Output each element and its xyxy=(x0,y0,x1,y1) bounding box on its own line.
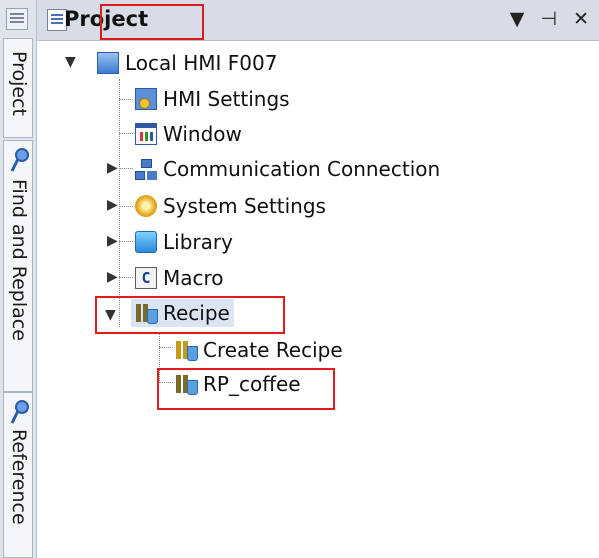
expand-arrow-icon[interactable]: ▶ xyxy=(107,269,118,285)
side-tab-strip: Project Find and Replace Reference xyxy=(0,0,37,558)
tree-item-window[interactable]: Window xyxy=(135,120,242,148)
library-icon xyxy=(135,231,157,253)
tree-line xyxy=(119,168,133,169)
title-highlight-box xyxy=(100,4,204,40)
side-tab-reference[interactable]: Reference xyxy=(3,392,33,558)
pin-icon[interactable]: ⊣ xyxy=(540,8,557,30)
tree-line xyxy=(119,277,133,278)
expand-arrow-icon[interactable]: ▶ xyxy=(107,160,118,176)
tree-item-communication[interactable]: Communication Connection xyxy=(135,155,440,183)
tree-item-label: Communication Connection xyxy=(163,157,441,181)
tree-item-label: Local HMI F007 xyxy=(125,51,278,75)
create-recipe-icon xyxy=(175,339,198,361)
panel-list-icon[interactable] xyxy=(6,8,28,30)
tree-item-system-settings[interactable]: System Settings xyxy=(135,192,326,220)
side-tab-label: Reference xyxy=(8,429,30,525)
network-icon xyxy=(135,158,157,180)
recipe-highlight-box xyxy=(95,296,285,334)
tree-item-label: System Settings xyxy=(163,194,326,218)
window-icon xyxy=(135,123,157,145)
macro-icon: C xyxy=(135,267,157,289)
panel-header: Project ▼ ⊣ ✕ xyxy=(37,0,599,41)
collapse-arrow-icon[interactable]: ▼ xyxy=(65,54,76,70)
side-tab-find-replace[interactable]: Find and Replace xyxy=(3,140,33,392)
tree-line xyxy=(119,241,133,242)
tree-item-label: HMI Settings xyxy=(163,87,290,111)
expand-arrow-icon[interactable]: ▶ xyxy=(107,197,118,213)
rp-coffee-highlight-box xyxy=(157,368,335,410)
project-tree: ▼ Local HMI F007 HMI Settings Window ▶ C… xyxy=(37,41,599,558)
tree-item-label: Window xyxy=(163,122,242,146)
side-tab-label: Find and Replace xyxy=(8,179,30,341)
side-tab-project[interactable]: Project xyxy=(3,38,33,138)
magnifier-icon xyxy=(10,148,29,172)
panel-controls: ▼ ⊣ ✕ xyxy=(500,8,589,30)
tree-item-hmi-settings[interactable]: HMI Settings xyxy=(135,85,290,113)
tree-line xyxy=(119,79,120,327)
tree-item-root[interactable]: Local HMI F007 xyxy=(97,49,277,77)
dropdown-icon[interactable]: ▼ xyxy=(510,8,525,30)
tree-item-macro[interactable]: C Macro xyxy=(135,264,224,292)
tree-line xyxy=(119,206,133,207)
close-icon[interactable]: ✕ xyxy=(573,8,589,30)
tree-item-label: Library xyxy=(163,230,233,254)
tree-line xyxy=(159,347,173,348)
gear-icon xyxy=(135,195,157,217)
tree-line xyxy=(119,99,133,100)
expand-arrow-icon[interactable]: ▶ xyxy=(107,233,118,249)
tree-item-create-recipe[interactable]: Create Recipe xyxy=(175,336,343,364)
magnifier-icon xyxy=(10,400,29,424)
tree-item-label: Macro xyxy=(163,266,224,290)
side-tab-label: Project xyxy=(8,51,30,117)
hmi-icon xyxy=(97,52,119,74)
tree-item-library[interactable]: Library xyxy=(135,228,233,256)
hmi-settings-icon xyxy=(135,88,157,110)
tree-line xyxy=(119,133,133,134)
tree-item-label: Create Recipe xyxy=(203,338,343,362)
